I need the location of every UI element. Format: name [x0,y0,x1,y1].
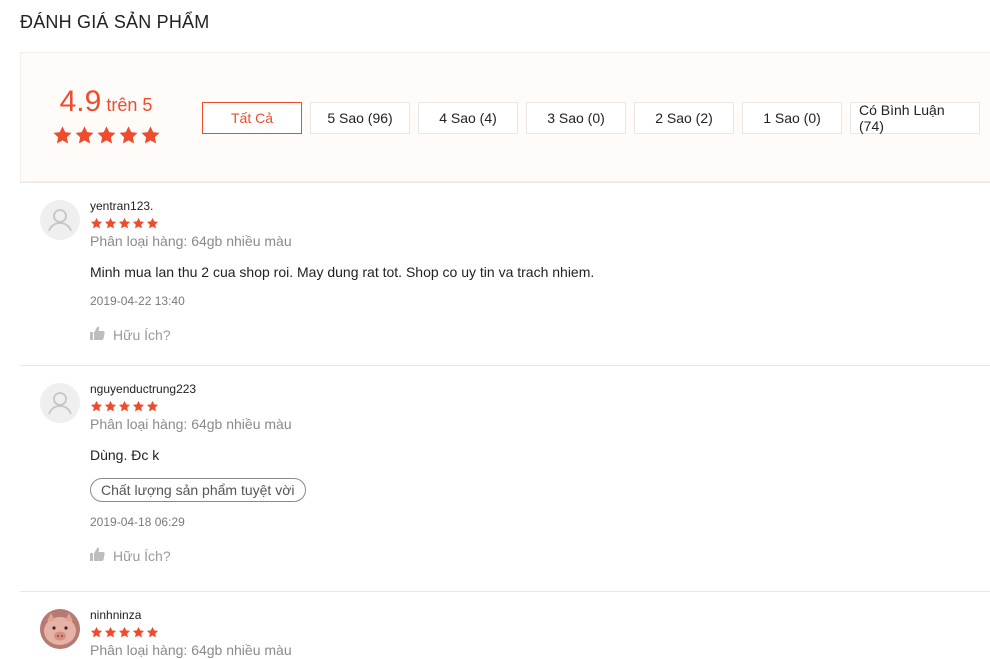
rating-out-of: trên 5 [106,95,153,115]
section-title: ĐÁNH GIÁ SẢN PHẨM [20,12,210,32]
helpful-label: Hữu Ích? [113,547,171,564]
rating-score: 4.9 [59,85,102,118]
helpful-label: Hữu Ích? [113,326,171,343]
filter-all-button[interactable]: Tất Cả [202,102,302,134]
star-icon [118,626,131,638]
rating-stars [51,125,161,146]
review-variant: Phân loại hàng: 64gb nhiều màu [90,233,292,249]
review-time: 2019-04-22 13:40 [90,294,185,308]
star-icon [74,126,94,144]
star-icon [140,126,160,144]
review-time: 2019-04-18 06:29 [90,515,185,529]
thumbs-up-icon [90,547,105,564]
review-username[interactable]: yentran123. [90,199,990,213]
review-item: nguyenductrung223 Phân loại hàng: 64gb n… [20,365,990,592]
star-icon [90,400,103,412]
star-icon [146,400,159,412]
review-stars [90,400,990,414]
review-item: yentran123. Phân loại hàng: 64gb nhiều m… [20,182,990,366]
star-icon [132,217,145,229]
default-user-icon[interactable] [40,200,80,240]
star-icon [146,217,159,229]
review-username[interactable]: ninhninza [90,608,990,622]
review-stars [90,626,990,640]
star-icon [90,217,103,229]
filter-3-star-button[interactable]: 3 Sao (0) [526,102,626,134]
star-icon [104,626,117,638]
star-icon [52,126,72,144]
rating-overview: 4.9 trên 5 Tất Cả 5 Sao (96) 4 Sao (4) 3… [20,52,990,182]
default-user-icon[interactable] [40,383,80,423]
star-icon [104,217,117,229]
star-icon [96,126,116,144]
review-item: ninhninza Phân loại hàng: 64gb nhiều màu [20,591,990,658]
review-quality-tag: Chất lượng sản phẩm tuyệt vời [90,478,306,502]
review-comment: Dùng. Đc k [90,447,160,463]
filter-4-star-button[interactable]: 4 Sao (4) [418,102,518,134]
star-icon [118,217,131,229]
review-comment: Minh mua lan thu 2 cua shop roi. May dun… [90,264,595,280]
helpful-button[interactable]: Hữu Ích? [90,326,990,343]
review-stars [90,217,990,231]
helpful-button[interactable]: Hữu Ích? [90,547,990,564]
thumbs-up-icon [90,326,105,343]
star-icon [132,626,145,638]
filter-with-comment-button[interactable]: Có Bình Luận (74) [850,102,980,134]
star-icon [118,400,131,412]
star-icon [132,400,145,412]
review-username[interactable]: nguyenductrung223 [90,382,990,396]
review-variant: Phân loại hàng: 64gb nhiều màu [90,642,292,658]
star-icon [90,626,103,638]
star-icon [118,126,138,144]
rating-filters: Tất Cả 5 Sao (96) 4 Sao (4) 3 Sao (0) 2 … [202,102,980,134]
filter-2-star-button[interactable]: 2 Sao (2) [634,102,734,134]
review-variant: Phân loại hàng: 64gb nhiều màu [90,416,292,432]
pig-avatar-photo[interactable] [40,609,80,649]
rating-score-box: 4.9 trên 5 [51,85,161,146]
filter-5-star-button[interactable]: 5 Sao (96) [310,102,410,134]
star-icon [104,400,117,412]
filter-1-star-button[interactable]: 1 Sao (0) [742,102,842,134]
star-icon [146,626,159,638]
